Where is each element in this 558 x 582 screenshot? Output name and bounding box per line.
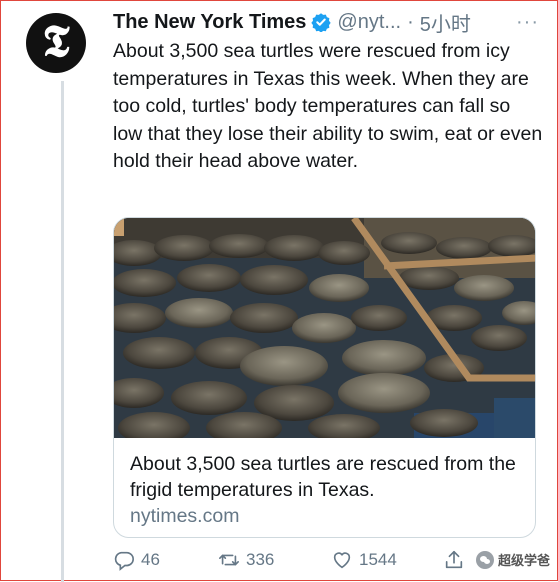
retweet-button[interactable]: 336 [218,549,274,571]
heart-icon [333,552,351,569]
watermark: 超级学爸 [476,550,550,569]
tweet-text: About 3,500 sea turtles were rescued fro… [113,40,543,172]
sea-turtles-photo [114,218,535,438]
reply-button[interactable]: 46 [113,549,160,571]
author-name[interactable]: The New York Times [113,11,306,34]
like-count: 1544 [359,550,397,569]
tweet-frame: 𝕿 The New York Times @nyt... · 5小时 ··· A… [0,0,558,582]
link-card[interactable]: About 3,500 sea turtles are rescued from… [113,217,536,538]
share-icon [445,550,463,569]
card-domain: nytimes.com [130,505,240,527]
retweet-count: 336 [246,550,275,569]
tweet-actions: 46 336 1544 超级学爸 [113,549,558,577]
nyt-logo-letter: 𝕿 [42,16,70,67]
more-options-icon[interactable]: ··· [516,11,539,34]
separator-dot: · [407,10,414,33]
watermark-text: 超级学爸 [498,553,551,568]
verified-badge-icon [311,13,332,32]
wechat-icon [476,550,494,569]
tweet-header: The New York Times @nyt... · 5小时 ··· [113,8,553,37]
share-button[interactable] [443,549,465,571]
nyt-avatar[interactable]: 𝕿 [26,13,86,73]
card-title: About 3,500 sea turtles are rescued from… [130,453,516,501]
reply-count: 46 [141,550,160,569]
thread-line [61,81,64,582]
reply-icon [114,551,134,571]
tweet-timestamp[interactable]: 5小时 [420,8,471,37]
retweet-icon [219,554,239,566]
like-button[interactable]: 1544 [331,549,397,571]
author-handle[interactable]: @nyt... [337,11,401,34]
